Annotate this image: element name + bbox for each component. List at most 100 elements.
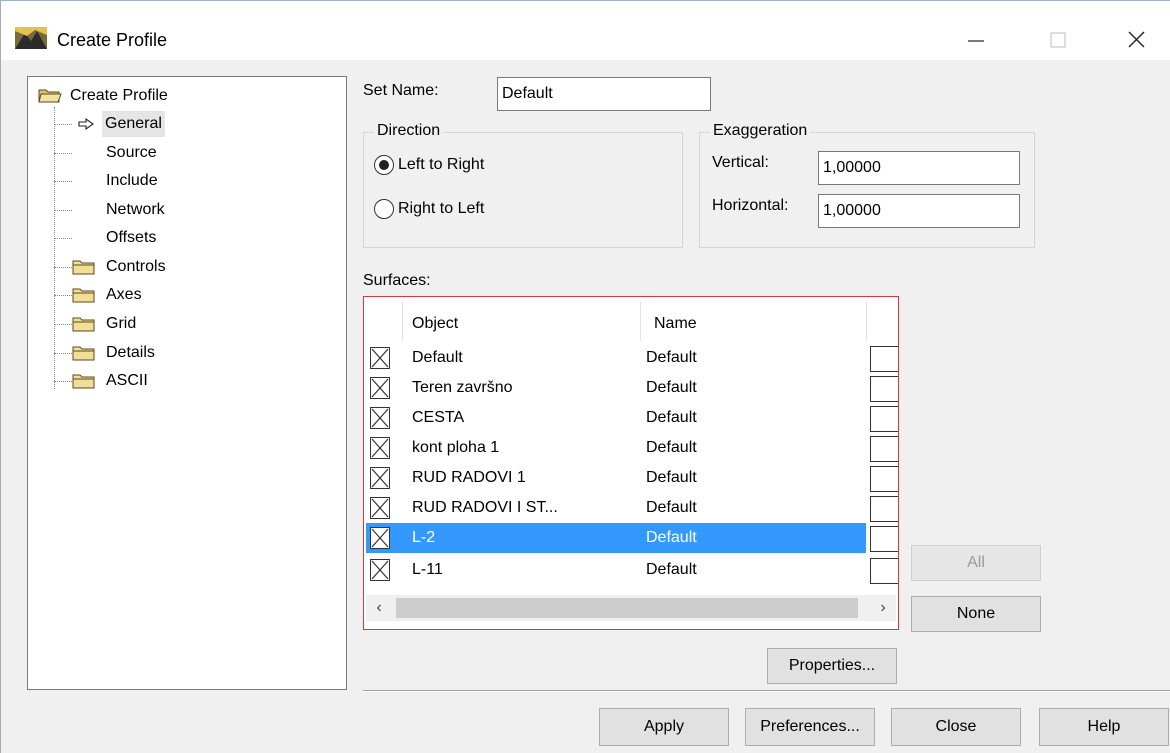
- table-row[interactable]: RUD RADOVI 1 Default: [366, 463, 898, 493]
- tree-item-label: Details: [106, 344, 155, 361]
- tree-item-controls[interactable]: Controls: [54, 254, 254, 280]
- properties-button[interactable]: Properties...: [767, 648, 897, 684]
- window-title: Create Profile: [57, 30, 168, 50]
- row-checkbox[interactable]: [370, 559, 390, 581]
- row-checkbox[interactable]: [370, 347, 390, 369]
- row-checkbox[interactable]: [370, 437, 390, 459]
- tree-item-network[interactable]: Network: [54, 197, 254, 223]
- tree-item-source[interactable]: Source: [54, 140, 254, 166]
- close-icon: [1128, 31, 1145, 48]
- radio-right-to-left[interactable]: Right to Left: [374, 197, 634, 225]
- table-row-selected[interactable]: L-2 Default: [366, 523, 898, 553]
- row-name: Default: [646, 529, 697, 546]
- tree-item-label: General: [102, 111, 165, 137]
- close-window-button[interactable]: [1117, 21, 1163, 61]
- create-profile-window: Create Profile Create Profile General So…: [0, 0, 1170, 753]
- scrollbar-thumb[interactable]: [396, 598, 858, 618]
- tree-item-details[interactable]: Details: [54, 340, 254, 366]
- title-bar[interactable]: Create Profile: [1, 0, 1170, 60]
- help-button[interactable]: Help: [1039, 708, 1169, 746]
- tree-item-label: Offsets: [106, 229, 157, 246]
- all-button[interactable]: All: [911, 545, 1041, 581]
- horizontal-label: Horizontal:: [712, 197, 789, 214]
- navigation-tree[interactable]: Create Profile General Source Include Ne…: [27, 76, 347, 690]
- row-name: Default: [646, 499, 697, 516]
- maximize-icon: [1050, 32, 1066, 48]
- table-row[interactable]: L-11 Default: [366, 555, 898, 585]
- surfaces-list[interactable]: Object Name Default Default Teren završn…: [363, 296, 899, 630]
- row-name: Default: [646, 379, 697, 396]
- checked-cross-icon: [371, 438, 389, 458]
- close-button[interactable]: Close: [891, 708, 1021, 746]
- open-folder-icon: [38, 89, 62, 103]
- tree-item-label: ASCII: [106, 372, 148, 389]
- row-checkbox[interactable]: [370, 467, 390, 489]
- tree-item-general[interactable]: General: [54, 111, 254, 137]
- row-extra-cell: [870, 436, 898, 462]
- radio-right-to-left-indicator[interactable]: [374, 199, 394, 219]
- row-extra-cell: [870, 466, 898, 492]
- radio-right-to-left-label: Right to Left: [398, 200, 485, 217]
- table-row[interactable]: kont ploha 1 Default: [366, 433, 898, 463]
- table-row[interactable]: Teren završno Default: [366, 373, 898, 403]
- checked-cross-icon: [371, 560, 389, 580]
- folder-icon: [72, 374, 95, 389]
- row-extra-cell: [870, 346, 898, 372]
- exaggeration-group-title: Exaggeration: [710, 122, 811, 140]
- row-extra-cell: [870, 558, 898, 584]
- folder-icon: [72, 288, 95, 303]
- radio-left-to-right-label: Left to Right: [398, 156, 485, 173]
- column-header-name[interactable]: Name: [654, 307, 697, 341]
- tree-item-offsets[interactable]: Offsets: [54, 225, 254, 251]
- row-object: L-11: [412, 561, 443, 578]
- checked-cross-icon: [371, 528, 389, 548]
- radio-left-to-right-indicator[interactable]: [374, 155, 394, 175]
- scroll-right-icon[interactable]: ›: [870, 595, 896, 621]
- horizontal-exaggeration-input[interactable]: 1,00000: [818, 194, 1020, 228]
- table-row[interactable]: RUD RADOVI I ST... Default: [366, 493, 898, 523]
- scroll-left-icon[interactable]: ‹: [366, 595, 392, 621]
- direction-group-title: Direction: [374, 122, 444, 140]
- column-header-object[interactable]: Object: [412, 307, 458, 341]
- tree-item-axes[interactable]: Axes: [54, 282, 254, 308]
- horizontal-scrollbar[interactable]: ‹ ›: [366, 595, 896, 621]
- row-checkbox[interactable]: [370, 377, 390, 399]
- tree-item-ascii[interactable]: ASCII: [54, 368, 254, 394]
- app-logo-icon: [15, 27, 47, 49]
- row-name: Default: [646, 469, 697, 486]
- row-object: L-2: [412, 529, 436, 546]
- checked-cross-icon: [371, 498, 389, 518]
- tree-item-label: Controls: [106, 258, 166, 275]
- preferences-button[interactable]: Preferences...: [745, 708, 875, 746]
- folder-icon: [72, 260, 95, 275]
- footer-divider: [363, 690, 1170, 692]
- folder-icon: [72, 346, 95, 361]
- table-row[interactable]: Default Default: [366, 343, 898, 373]
- checked-cross-icon: [371, 468, 389, 488]
- set-name-label: Set Name:: [363, 82, 439, 99]
- row-object: CESTA: [412, 409, 465, 426]
- apply-button[interactable]: Apply: [599, 708, 729, 746]
- row-name: Default: [646, 409, 697, 426]
- row-checkbox[interactable]: [370, 497, 390, 519]
- row-object: RUD RADOVI 1: [412, 469, 526, 486]
- table-row[interactable]: CESTA Default: [366, 403, 898, 433]
- row-checkbox[interactable]: [370, 407, 390, 429]
- maximize-button[interactable]: [1039, 21, 1085, 61]
- radio-left-to-right[interactable]: Left to Right: [374, 153, 634, 181]
- none-button[interactable]: None: [911, 596, 1041, 632]
- row-object: Teren završno: [412, 379, 513, 396]
- row-name: Default: [646, 349, 697, 366]
- folder-icon: [72, 317, 95, 332]
- minimize-button[interactable]: [951, 21, 997, 61]
- row-object: kont ploha 1: [412, 439, 500, 456]
- set-name-input[interactable]: Default: [497, 77, 711, 111]
- direction-group: Direction Left to Right Right to Left: [363, 122, 683, 248]
- tree-item-include[interactable]: Include: [54, 168, 254, 194]
- checked-cross-icon: [371, 408, 389, 428]
- row-extra-cell: [870, 376, 898, 402]
- row-checkbox[interactable]: [370, 527, 390, 549]
- row-extra-cell: [870, 406, 898, 432]
- vertical-exaggeration-input[interactable]: 1,00000: [818, 151, 1020, 185]
- tree-item-grid[interactable]: Grid: [54, 311, 254, 337]
